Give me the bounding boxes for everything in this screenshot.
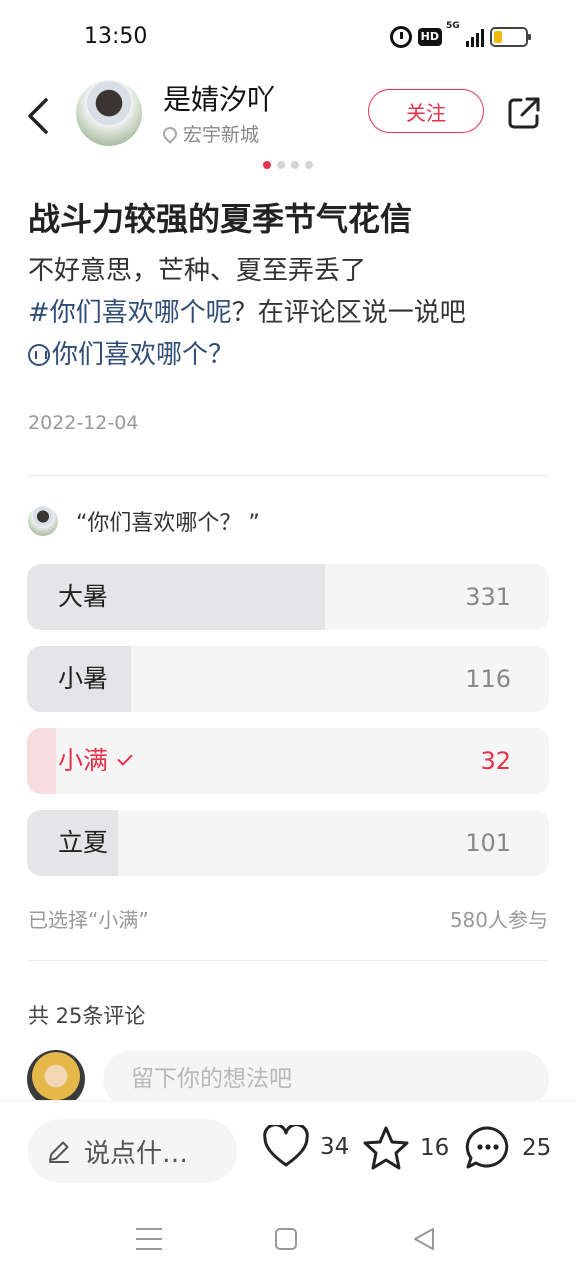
location-label: 宏宇新城 <box>183 124 260 146</box>
poll-question: “你们喜欢哪个？ ” <box>76 511 260 536</box>
like-button[interactable]: 34 <box>262 1125 349 1169</box>
favorite-button[interactable]: 16 <box>362 1125 449 1171</box>
topic-link[interactable]: 你们喜欢哪个？ <box>28 334 558 376</box>
poll-option-label: 立夏 <box>58 828 109 857</box>
star-icon <box>363 1126 409 1170</box>
poll-option-count: 101 <box>465 829 511 857</box>
poll-option-count: 32 <box>480 747 511 775</box>
recent-apps-icon[interactable] <box>136 1228 162 1250</box>
like-count: 34 <box>320 1134 350 1160</box>
say-something-label: 说点什… <box>84 1138 189 1169</box>
poll-option-count: 116 <box>465 665 511 693</box>
poll-option-label: 小满 <box>58 728 133 794</box>
poll-option[interactable]: 立夏 101 <box>27 810 549 876</box>
poll-option-count: 331 <box>465 583 511 611</box>
post-body: 不好意思，芒种、夏至弄丢了 #你们喜欢哪个呢？在评论区说一说吧 你们喜欢哪个？ <box>28 250 558 376</box>
pencil-icon <box>49 1141 69 1163</box>
carousel-dot <box>291 161 299 169</box>
post-body-line: 不好意思，芒种、夏至弄丢了 <box>28 256 367 286</box>
heart-icon <box>263 1125 309 1167</box>
post-title: 战斗力较强的夏季节气花信 <box>28 200 413 238</box>
system-back-icon[interactable] <box>412 1226 436 1252</box>
poll-option[interactable]: 小暑 116 <box>27 646 549 712</box>
poll-footer: 已选择“小满” 580人参与 <box>28 904 548 933</box>
carousel-dot <box>305 161 313 169</box>
post-body-text: ？在评论区说一说吧 <box>231 298 466 328</box>
battery-icon <box>490 27 531 47</box>
post-date: 2022-12-04 <box>28 412 139 434</box>
system-nav-bar <box>0 1200 576 1280</box>
comment-count: 共 25条评论 <box>28 1004 146 1028</box>
home-icon[interactable] <box>275 1228 297 1250</box>
alarm-icon <box>389 26 412 48</box>
signal-icon: 5G <box>446 21 484 47</box>
status-time: 13:50 <box>84 24 148 49</box>
hd-icon: HD <box>417 28 442 46</box>
author-location: 宏宇新城 <box>160 120 260 147</box>
comment-button[interactable]: 25 <box>464 1125 551 1171</box>
bottom-action-bar: 说点什… 34 16 25 <box>0 1100 576 1200</box>
comment-total: 25 <box>522 1135 552 1161</box>
share-icon[interactable] <box>506 95 542 131</box>
say-something-button[interactable]: 说点什… <box>28 1119 237 1183</box>
divider <box>28 960 548 961</box>
status-icons: HD 5G <box>389 21 531 48</box>
checkmark-icon <box>117 750 133 766</box>
divider <box>28 475 548 476</box>
author-avatar[interactable] <box>76 80 142 146</box>
poll-option-label: 小暑 <box>58 664 109 693</box>
poll-option[interactable]: 小满 32 <box>27 728 549 794</box>
post-body-line: #你们喜欢哪个呢？在评论区说一说吧 <box>28 292 558 334</box>
carousel-dot <box>277 161 285 169</box>
status-bar: 13:50 HD 5G <box>0 0 576 76</box>
topic-chat-icon <box>28 344 50 366</box>
back-arrow-icon[interactable] <box>24 96 54 136</box>
poll-participants: 580人参与 <box>449 908 548 932</box>
hashtag-link[interactable]: #你们喜欢哪个呢 <box>28 298 232 328</box>
poll-option[interactable]: 大暑 331 <box>27 564 549 630</box>
favorite-count: 16 <box>420 1135 450 1161</box>
post-header: 是婧汐吖 宏宇新城 关注 <box>0 76 576 160</box>
carousel-dot <box>263 161 271 169</box>
poll-selected-text: 已选择“小满” <box>28 908 149 932</box>
author-name[interactable]: 是婧汐吖 <box>163 78 275 118</box>
location-pin-icon <box>160 123 180 144</box>
topic-link-label[interactable]: 你们喜欢哪个？ <box>52 340 234 370</box>
comment-bubble-icon <box>465 1126 509 1169</box>
poll-option-label: 大暑 <box>58 582 109 611</box>
poll-option-bar <box>27 728 56 794</box>
network-type-label: 5G <box>446 21 460 31</box>
carousel-indicator <box>0 161 576 169</box>
poll-header: “你们喜欢哪个？ ” <box>28 505 260 537</box>
follow-button[interactable]: 关注 <box>368 89 484 133</box>
poll-author-avatar <box>28 506 58 536</box>
